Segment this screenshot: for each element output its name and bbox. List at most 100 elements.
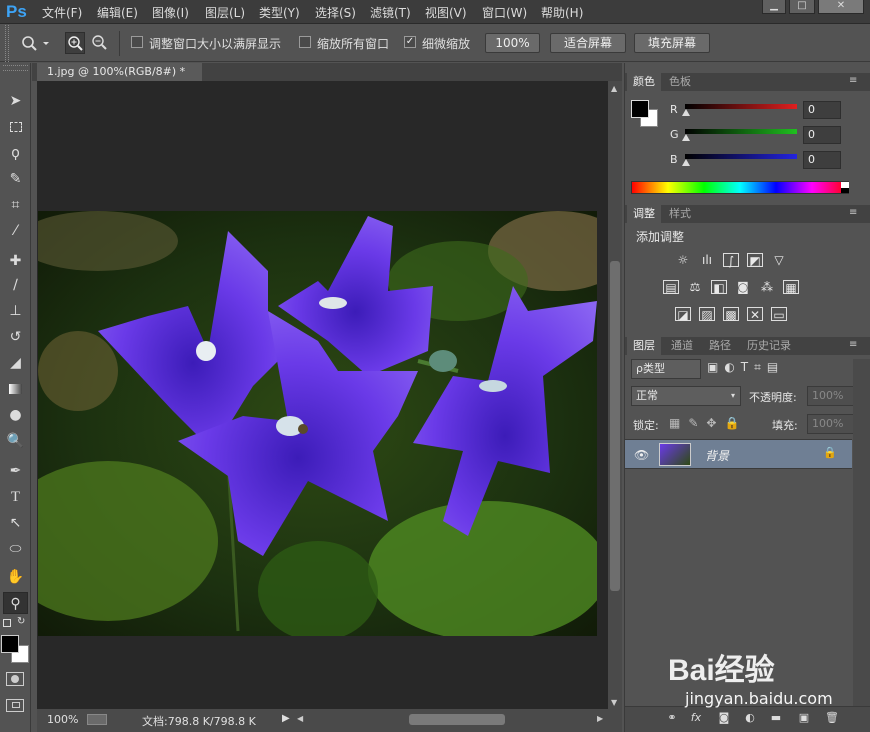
- clone-stamp-tool[interactable]: ⊥: [3, 300, 28, 322]
- panel-menu-icon[interactable]: ≡: [849, 75, 857, 86]
- tab-adjustments[interactable]: 调整: [627, 205, 661, 223]
- default-colors-icon[interactable]: [3, 619, 11, 627]
- hand-tool[interactable]: ✋: [3, 566, 28, 588]
- gradient-tool[interactable]: [3, 378, 28, 400]
- history-brush-tool[interactable]: ↺: [3, 326, 28, 348]
- zoom-tool[interactable]: ⚲: [3, 592, 28, 614]
- black-white-icon[interactable]: ◧: [711, 280, 727, 295]
- selective-color-icon[interactable]: ✕: [747, 307, 763, 322]
- menu-filter[interactable]: 滤镜(T): [370, 4, 411, 21]
- menu-view[interactable]: 视图(V): [425, 4, 467, 21]
- photo-filter-icon[interactable]: ◙: [735, 280, 751, 294]
- maximize-button[interactable]: □: [789, 0, 815, 14]
- zoom-all-windows-checkbox[interactable]: [299, 36, 311, 48]
- foreground-color-swatch[interactable]: [1, 635, 19, 653]
- red-slider-handle[interactable]: [682, 109, 690, 116]
- link-layers-icon[interactable]: ⚭: [665, 711, 679, 725]
- tab-swatches[interactable]: 色板: [663, 73, 697, 91]
- layer-filter-icons[interactable]: ▣◐T⌗▤: [707, 360, 784, 375]
- close-window-button[interactable]: ✕: [818, 0, 864, 14]
- menu-type[interactable]: 类型(Y): [259, 4, 300, 21]
- green-slider[interactable]: [685, 129, 797, 134]
- tab-paths[interactable]: 路径: [703, 337, 737, 355]
- vertical-scrollbar[interactable]: ▲ ▼: [608, 81, 622, 709]
- brightness-contrast-icon[interactable]: ☼: [675, 253, 691, 267]
- eraser-tool[interactable]: ◢: [3, 352, 28, 374]
- scroll-down-icon[interactable]: ▼: [611, 698, 617, 707]
- scrubby-zoom-checkbox[interactable]: ✓: [404, 36, 416, 48]
- minimize-button[interactable]: ▁: [762, 0, 786, 14]
- screen-mode-button[interactable]: [6, 699, 24, 712]
- document-tab[interactable]: 1.jpg @ 100%(RGB/8#) * ×: [37, 63, 202, 95]
- tab-layers[interactable]: 图层: [627, 337, 661, 355]
- layer-row-background[interactable]: 👁 背景 🔒: [625, 439, 852, 469]
- tab-channels[interactable]: 通道: [665, 337, 699, 355]
- invert-icon[interactable]: ◪: [675, 307, 691, 322]
- red-value[interactable]: 0: [803, 101, 841, 119]
- menu-image[interactable]: 图像(I): [152, 4, 189, 21]
- posterize-icon[interactable]: ▨: [699, 307, 715, 322]
- photo-canvas[interactable]: [38, 211, 597, 636]
- brush-tool[interactable]: ∕: [3, 274, 28, 296]
- channel-mixer-icon[interactable]: ⁂: [759, 280, 775, 294]
- blend-mode-select[interactable]: 正常: [631, 386, 741, 406]
- resize-windows-checkbox[interactable]: [131, 36, 143, 48]
- menu-file[interactable]: 文件(F): [42, 4, 82, 21]
- blue-value[interactable]: 0: [803, 151, 841, 169]
- hue-saturation-icon[interactable]: ▤: [663, 280, 679, 295]
- menu-help[interactable]: 帮助(H): [541, 4, 583, 21]
- new-layer-icon[interactable]: ▣: [797, 711, 811, 725]
- path-selection-tool[interactable]: ↖: [3, 512, 28, 534]
- options-grip[interactable]: [5, 25, 9, 62]
- type-tool[interactable]: T: [3, 486, 28, 508]
- green-value[interactable]: 0: [803, 126, 841, 144]
- threshold-icon[interactable]: ▩: [723, 307, 739, 322]
- layer-name[interactable]: 背景: [705, 447, 729, 464]
- ellipse-tool[interactable]: ⬭: [3, 538, 28, 560]
- tab-color[interactable]: 颜色: [627, 73, 661, 91]
- color-ramp-black[interactable]: [841, 188, 849, 193]
- green-slider-handle[interactable]: [682, 134, 690, 141]
- exposure-icon[interactable]: ◩: [747, 253, 763, 268]
- color-balance-icon[interactable]: ⚖: [687, 280, 703, 294]
- actual-pixels-button[interactable]: 100%: [485, 33, 540, 53]
- fill-screen-button[interactable]: 填充屏幕: [634, 33, 710, 53]
- blur-tool[interactable]: ●: [3, 404, 28, 426]
- red-slider[interactable]: [685, 104, 797, 109]
- tab-history[interactable]: 历史记录: [741, 337, 797, 355]
- scroll-right-icon[interactable]: ▶: [597, 714, 603, 723]
- panel-menu-icon[interactable]: ≡: [849, 207, 857, 218]
- vertical-scroll-thumb[interactable]: [610, 261, 620, 591]
- color-fg-swatch[interactable]: [631, 100, 649, 118]
- delete-layer-icon[interactable]: 🗑: [825, 711, 839, 725]
- zoom-level-field[interactable]: 100%: [47, 713, 78, 726]
- new-adjustment-layer-icon[interactable]: ◐: [743, 711, 757, 725]
- move-tool[interactable]: ➤: [3, 90, 28, 112]
- eyedropper-tool[interactable]: ⁄: [3, 220, 28, 242]
- fit-screen-button[interactable]: 适合屏幕: [550, 33, 626, 53]
- canvas-area[interactable]: [37, 81, 608, 709]
- quick-mask-button[interactable]: [6, 672, 24, 686]
- healing-brush-tool[interactable]: ✚: [3, 250, 28, 272]
- color-lookup-icon[interactable]: ▦: [783, 280, 799, 295]
- lasso-tool[interactable]: ϙ: [3, 142, 28, 164]
- menu-select[interactable]: 选择(S): [315, 4, 356, 21]
- scroll-up-icon[interactable]: ▲: [611, 84, 617, 93]
- vibrance-icon[interactable]: ▽: [771, 253, 787, 267]
- new-group-icon[interactable]: ▬: [769, 711, 783, 725]
- lock-options-icons[interactable]: ▦✎✥🔒: [669, 416, 747, 430]
- tool-preset-picker[interactable]: [20, 33, 50, 53]
- levels-icon[interactable]: ılı: [699, 253, 715, 267]
- blue-slider-handle[interactable]: [682, 159, 690, 166]
- quick-selection-tool[interactable]: ✎: [3, 168, 28, 190]
- scroll-left-icon[interactable]: ◀: [297, 714, 303, 723]
- add-mask-icon[interactable]: ◙: [717, 711, 731, 725]
- zoom-in-button[interactable]: [65, 32, 85, 54]
- toolbar-grip[interactable]: [3, 65, 28, 71]
- dodge-tool[interactable]: 🔍: [3, 430, 28, 452]
- panel-menu-icon[interactable]: ≡: [849, 339, 857, 350]
- blue-slider[interactable]: [685, 154, 797, 159]
- crop-tool[interactable]: ⌗: [3, 194, 28, 216]
- layers-scrollbar[interactable]: [853, 359, 870, 706]
- marquee-tool[interactable]: [3, 116, 28, 138]
